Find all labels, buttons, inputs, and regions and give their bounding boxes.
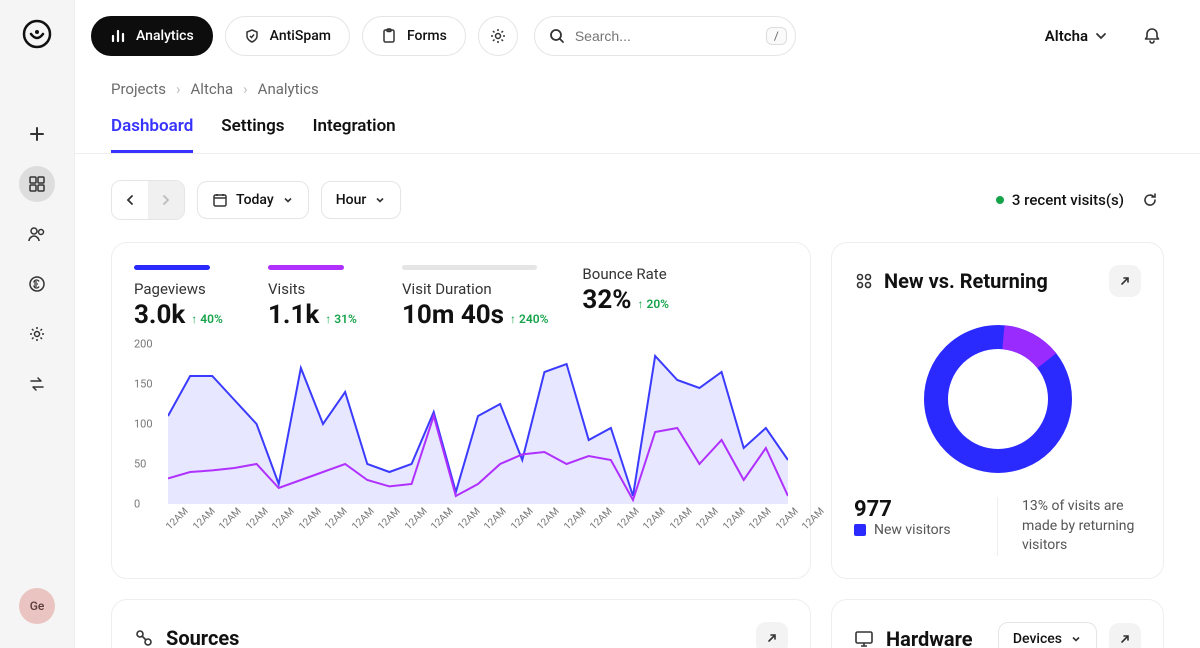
legend-swatch: [854, 524, 866, 536]
hardware-filter-select[interactable]: Devices: [998, 622, 1097, 648]
account-label: Altcha: [1045, 27, 1088, 45]
sidebar-item-settings[interactable]: [19, 316, 55, 352]
calendar-icon: [212, 192, 228, 208]
traffic-chart: 050100150200 12AM12AM12AM12AM12AM12AM12A…: [134, 344, 788, 534]
nav-settings[interactable]: [478, 16, 518, 56]
refresh-button[interactable]: [1136, 186, 1164, 214]
recent-visits-indicator: 3 recent visits(s): [996, 191, 1124, 209]
chevron-down-icon: [374, 194, 386, 206]
nav-forms-label: Forms: [407, 28, 447, 44]
tab-settings[interactable]: Settings: [221, 116, 284, 153]
nav-antispam[interactable]: AntiSpam: [225, 16, 350, 56]
chevron-down-icon: [1070, 633, 1082, 645]
date-range-select[interactable]: Today: [197, 181, 309, 219]
metric-bounce[interactable]: Bounce Rate 32%↑ 20%: [582, 265, 682, 330]
gear-icon: [489, 27, 507, 45]
breadcrumb-projects[interactable]: Projects: [111, 80, 166, 98]
search-shortcut: /: [766, 27, 787, 45]
chevron-right-icon: ›: [243, 80, 248, 98]
tab-dashboard[interactable]: Dashboard: [111, 116, 193, 153]
nav-forms[interactable]: Forms: [362, 16, 466, 56]
account-menu[interactable]: Altcha: [1045, 27, 1108, 45]
nav-analytics[interactable]: Analytics: [91, 16, 213, 56]
new-vs-returning-card: New vs. Returning 977 New visitors 13% o…: [831, 242, 1164, 579]
nav-antispam-label: AntiSpam: [270, 28, 331, 44]
metric-bar: [402, 265, 537, 270]
metric-duration[interactable]: Visit Duration 10m 40s↑ 240%: [402, 265, 548, 330]
clipboard-icon: [381, 28, 397, 44]
chevron-down-icon: [1094, 29, 1108, 43]
sidebar-item-billing[interactable]: [19, 266, 55, 302]
tab-integration[interactable]: Integration: [313, 116, 396, 153]
expand-button[interactable]: [1109, 623, 1141, 648]
chevron-right-icon: ›: [176, 80, 181, 98]
metric-visits[interactable]: Visits 1.1k↑ 31%: [268, 265, 368, 330]
new-visitors-label: New visitors: [874, 522, 951, 538]
expand-button[interactable]: [756, 622, 788, 648]
sidebar-item-users[interactable]: [19, 216, 55, 252]
search-icon: [549, 28, 565, 44]
date-next-button: [148, 181, 184, 219]
nav-analytics-label: Analytics: [136, 28, 194, 44]
sidebar-item-transfers[interactable]: [19, 366, 55, 402]
sidebar-item-dashboard[interactable]: [19, 166, 55, 202]
date-range-label: Today: [236, 192, 274, 208]
card-title: Sources: [166, 626, 744, 648]
returning-visitors-text: 13% of visits are made by returning visi…: [1022, 497, 1141, 556]
card-title: Hardware: [886, 627, 986, 648]
sidebar-item-add[interactable]: [19, 116, 55, 152]
notifications-button[interactable]: [1140, 24, 1164, 48]
new-visitors-count: 977: [854, 497, 973, 522]
search-field[interactable]: /: [534, 16, 796, 56]
recent-visits-label: 3 recent visits(s): [1012, 191, 1124, 209]
date-prev-button[interactable]: [112, 181, 148, 219]
donut-chart: [918, 319, 1078, 479]
analytics-icon: [110, 28, 126, 44]
people-icon: [854, 271, 874, 291]
breadcrumb: Projects › Altcha › Analytics: [75, 72, 1200, 116]
breadcrumb-section: Analytics: [258, 80, 319, 98]
search-input[interactable]: [575, 28, 756, 44]
metric-bar: [134, 265, 210, 270]
metric-bar: [268, 265, 344, 270]
breadcrumb-project[interactable]: Altcha: [191, 80, 234, 98]
sources-icon: [134, 628, 154, 648]
granularity-label: Hour: [336, 192, 367, 208]
brand-logo[interactable]: [21, 18, 53, 50]
live-dot-icon: [996, 196, 1004, 204]
monitor-icon: [854, 629, 874, 648]
chevron-down-icon: [282, 194, 294, 206]
user-avatar[interactable]: Ge: [19, 588, 55, 624]
granularity-select[interactable]: Hour: [321, 181, 402, 219]
metric-pageviews[interactable]: Pageviews 3.0k↑ 40%: [134, 265, 234, 330]
shield-icon: [244, 28, 260, 44]
card-title: New vs. Returning: [884, 269, 1099, 293]
sources-card: Sources: [111, 599, 811, 648]
expand-button[interactable]: [1109, 265, 1141, 297]
hardware-card: Hardware Devices: [831, 599, 1164, 648]
overview-chart-card: Pageviews 3.0k↑ 40% Visits 1.1k↑ 31% Vis…: [111, 242, 811, 579]
